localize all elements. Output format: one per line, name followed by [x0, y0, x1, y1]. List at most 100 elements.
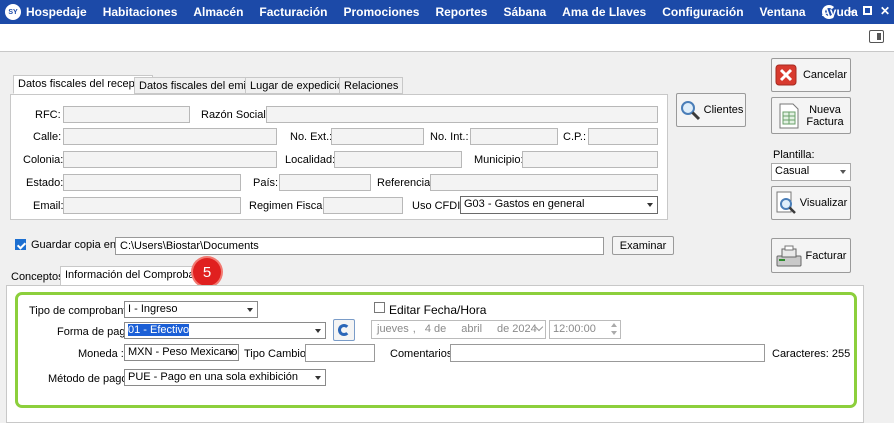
municipio-label: Municipio:	[474, 154, 524, 166]
no-int-label: No. Int.:	[430, 131, 469, 143]
fecha-year: 2024	[512, 323, 537, 335]
plantilla-select[interactable]: Casual	[771, 163, 851, 181]
tab-conceptos[interactable]: Conceptos	[7, 269, 68, 286]
menu-almacen[interactable]: Almacén	[193, 5, 243, 19]
chevron-down-icon	[840, 170, 846, 174]
colonia-field[interactable]	[63, 151, 277, 168]
restore-icon[interactable]	[863, 6, 872, 15]
refresh-forma-pago-button[interactable]	[333, 319, 355, 341]
pais-label: País:	[253, 177, 279, 189]
forma-pago-label: Forma de pago:	[57, 326, 135, 338]
spin-down-icon[interactable]	[611, 331, 617, 335]
menu-bar: SY Hospedaje Habitaciones Almacén Factur…	[0, 0, 894, 24]
menu-sabana[interactable]: Sábana	[503, 5, 546, 19]
estado-field[interactable]	[63, 174, 241, 191]
regimen-fiscal-label: Regimen Fiscal:	[249, 200, 328, 212]
metodo-pago-select[interactable]: PUE - Pago en una sola exhibición	[124, 369, 326, 386]
editar-fecha-label: Editar Fecha/Hora	[389, 303, 487, 317]
no-ext-field[interactable]	[331, 128, 424, 145]
nueva-factura-text: Nueva Factura	[806, 104, 843, 128]
pais-field[interactable]	[279, 174, 371, 191]
menu-habitaciones[interactable]: Habitaciones	[103, 5, 178, 19]
fecha-picker[interactable]: jueves, 4 de abril de 2024	[371, 320, 546, 339]
menu-promociones[interactable]: Promociones	[343, 5, 419, 19]
visualizar-label: Visualizar	[799, 197, 848, 209]
spin-up-icon[interactable]	[611, 323, 617, 327]
razon-social-field[interactable]	[266, 106, 658, 123]
menu-facturacion[interactable]: Facturación	[259, 5, 327, 19]
comentarios-field[interactable]	[450, 344, 765, 362]
plantilla-value: Casual	[775, 165, 810, 177]
hora-field[interactable]: 12:00:00	[549, 320, 621, 339]
uso-cfdi-value: G03 - Gastos en general	[464, 198, 585, 210]
rfc-label: RFC:	[35, 109, 61, 121]
hora-value: 12:00:00	[553, 323, 596, 335]
chevron-down-icon	[647, 203, 653, 207]
email-label: Email:	[33, 200, 64, 212]
rfc-field[interactable]	[63, 106, 190, 123]
cancelar-button[interactable]: Cancelar	[771, 58, 851, 92]
fecha-month: abril	[461, 323, 483, 335]
localidad-label: Localidad:	[285, 154, 336, 166]
menu-hospedaje[interactable]: Hospedaje	[26, 5, 87, 19]
guardar-path-field[interactable]: C:\Users\Biostar\Documents	[115, 237, 604, 255]
tab-relaciones[interactable]: Relaciones	[339, 77, 404, 94]
guardar-copia-checkbox[interactable]	[15, 239, 26, 250]
close-icon[interactable]: ✕	[880, 4, 890, 18]
refresh-icon	[338, 324, 350, 336]
forma-pago-select[interactable]: 01 - Efectivo	[124, 322, 326, 339]
chevron-down-icon	[315, 329, 321, 333]
uso-cfdi-select[interactable]: G03 - Gastos en general	[460, 196, 658, 214]
examinar-button[interactable]: Examinar	[612, 236, 674, 255]
localidad-field[interactable]	[334, 151, 462, 168]
nueva-factura-label-1: Nueva	[809, 103, 841, 116]
uso-cfdi-label: Uso CFDI :	[412, 200, 467, 212]
nueva-factura-label-2: Factura	[806, 115, 844, 128]
toolbar	[0, 24, 894, 52]
menu-reportes[interactable]: Reportes	[435, 5, 487, 19]
caracteres-counter: Caracteres: 255	[772, 348, 851, 360]
fecha-de-2: de	[497, 323, 510, 335]
referencia-field[interactable]	[430, 174, 658, 191]
tab-lugar-expedicion[interactable]: Lugar de expedición	[245, 77, 355, 94]
minimize-icon[interactable]: –	[848, 4, 855, 18]
tipo-cambio-label: Tipo Cambio:	[244, 348, 310, 360]
colonia-label: Colonia:	[23, 154, 64, 166]
tipo-cambio-field[interactable]	[305, 344, 375, 362]
menu-ama-de-llaves[interactable]: Ama de Llaves	[562, 5, 646, 19]
municipio-field[interactable]	[522, 151, 658, 168]
menu-configuracion[interactable]: Configuración	[662, 5, 743, 19]
regimen-fiscal-field[interactable]	[323, 197, 403, 214]
receptor-panel: RFC: Razón Social: Calle: No. Ext.: No. …	[10, 94, 668, 220]
calle-label: Calle:	[33, 131, 62, 143]
menu-ventana[interactable]: Ventana	[760, 5, 806, 19]
razon-social-label: Razón Social:	[201, 109, 269, 121]
tipo-comprobante-select[interactable]: I - Ingreso	[124, 301, 258, 318]
tab-informacion-comprobante[interactable]: Información del Comprobante	[60, 266, 215, 286]
moneda-label: Moneda :	[78, 348, 124, 360]
visualizar-button[interactable]: Visualizar	[771, 186, 851, 220]
facturar-button[interactable]: Facturar	[771, 238, 851, 273]
no-ext-label: No. Ext.:	[290, 131, 333, 143]
fecha-de-1: de	[433, 323, 447, 335]
tab-datos-receptor[interactable]: Datos fiscales del receptor	[13, 75, 153, 94]
refresh-icon[interactable]	[822, 5, 836, 19]
panel-toggle-icon[interactable]	[869, 30, 884, 43]
comentarios-label: Comentarios:	[390, 348, 456, 360]
cancelar-label: Cancelar	[802, 69, 848, 81]
editar-fecha-checkbox[interactable]	[374, 302, 385, 313]
clientes-button[interactable]: Clientes	[676, 93, 746, 127]
calle-field[interactable]	[63, 128, 277, 145]
chevron-down-icon	[247, 308, 253, 312]
moneda-select[interactable]: MXN - Peso Mexicano	[124, 344, 239, 361]
guardar-copia-label: Guardar copia en:	[31, 239, 120, 251]
no-int-field[interactable]	[470, 128, 558, 145]
chevron-down-icon	[315, 376, 321, 380]
app-logo: SY	[5, 4, 21, 20]
email-field[interactable]	[63, 197, 241, 214]
cp-field[interactable]	[588, 128, 658, 145]
forma-pago-value: 01 - Efectivo	[128, 324, 190, 336]
nueva-factura-button[interactable]: Nueva Factura	[771, 97, 851, 134]
fecha-weekday: jueves	[377, 323, 409, 335]
tipo-comprobante-value: I - Ingreso	[128, 303, 178, 315]
